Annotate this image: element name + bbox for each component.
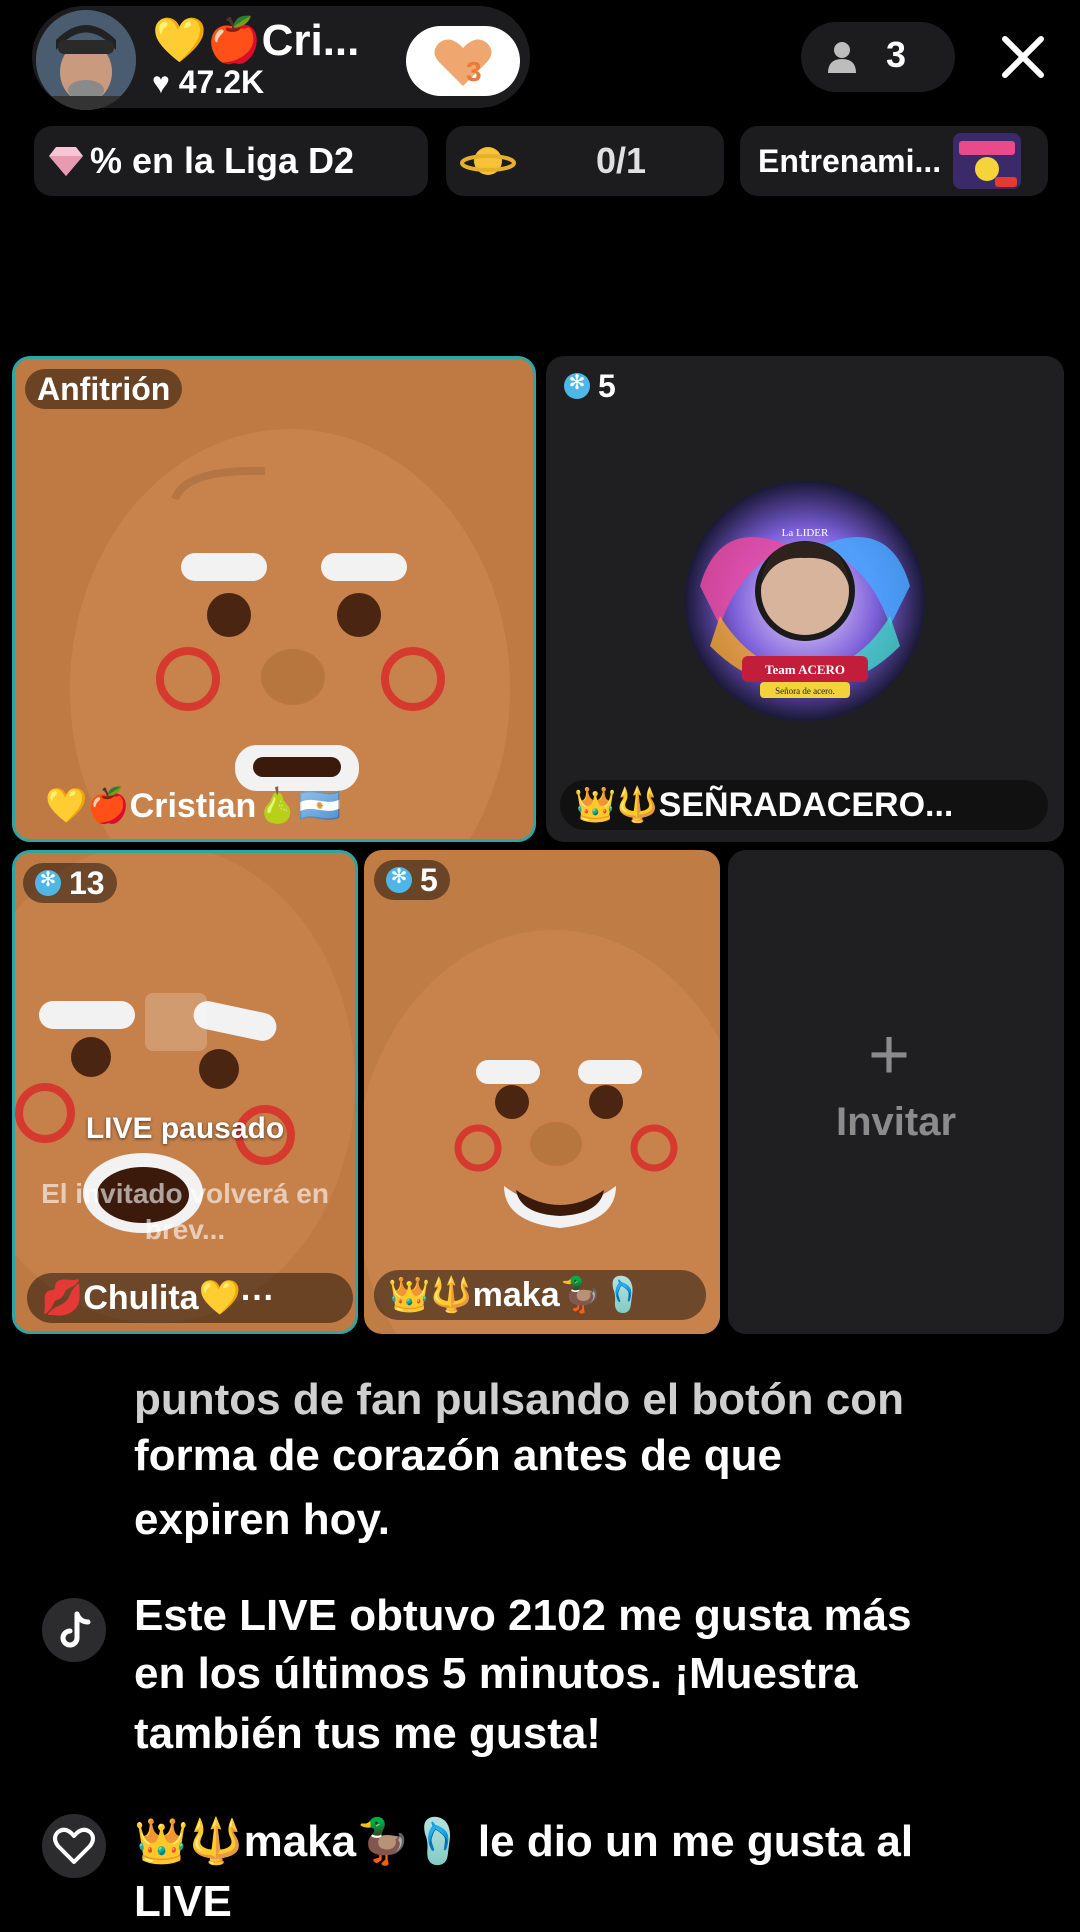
goal-chip[interactable]: 0/1 xyxy=(446,126,724,196)
paused-subtitle: El invitado volverá en brev... xyxy=(41,1178,329,1245)
fan-heart-button[interactable]: 3 xyxy=(406,26,520,96)
guest-tile-maka[interactable]: 5 👑🔱maka🦆🩴 xyxy=(364,850,720,1334)
gingerbread-avatar xyxy=(15,853,355,1323)
chat-message-line: puntos de fan pulsando el botón con xyxy=(134,1375,904,1424)
guest-tile-chulita[interactable]: 13 💋Chulita💛··· xyxy=(12,850,358,1334)
tiktok-icon xyxy=(42,1598,106,1662)
guest-tile-name[interactable]: 👑🔱SEÑRADACERO... xyxy=(560,780,1048,830)
planet-icon xyxy=(460,147,516,175)
diamond-icon xyxy=(49,147,83,176)
plus-icon: + xyxy=(868,1015,911,1095)
guest-score-badge: 5 xyxy=(374,860,450,900)
training-chip-label: Entrenami... xyxy=(758,142,942,179)
goal-chip-value: 0/1 xyxy=(596,140,647,181)
guest-score: 5 xyxy=(598,367,616,404)
close-button[interactable] xyxy=(990,24,1056,90)
chat-message-line: expiren hoy. xyxy=(134,1495,390,1544)
host-name-text: Cri... xyxy=(261,16,360,65)
guest-tile-name[interactable]: 👑🔱maka🦆🩴 xyxy=(374,1270,706,1320)
community-fest-icon xyxy=(953,133,1022,189)
league-chip[interactable]: % en la Liga D2 xyxy=(34,126,428,196)
orange-heart-icon xyxy=(434,39,492,86)
guest-tile-senradacero[interactable]: 5 La LIDER Team ACERO Señora de acero. 👑… xyxy=(546,356,1064,842)
guest-tile-name-text: 👑🔱maka🦆🩴 xyxy=(388,1276,645,1314)
host-tile[interactable]: Anfitrión 💛🍎Cristian🍐🇦🇷 xyxy=(12,356,536,842)
host-name-emojis: 💛🍎 xyxy=(152,16,262,65)
host-tile-name-text: 💛🍎Cristian🍐🇦🇷 xyxy=(45,787,341,825)
person-icon xyxy=(828,42,856,73)
heart-icon: ♥ xyxy=(152,67,170,100)
fan-heart-count: 3 xyxy=(466,56,482,87)
heart-outline-icon xyxy=(42,1814,106,1878)
chat-message-line: forma de corazón antes de que xyxy=(134,1431,782,1480)
gingerbread-avatar xyxy=(364,930,720,1334)
league-chip-label: % en la Liga D2 xyxy=(90,140,355,181)
tiktok-note-icon xyxy=(60,1611,91,1648)
host-avatar-image xyxy=(36,10,136,110)
viewer-count: 3 xyxy=(886,34,907,75)
guest-score: 5 xyxy=(420,861,438,898)
guest-score-badge: 13 xyxy=(23,863,117,903)
gingerbread-avatar xyxy=(70,429,510,839)
close-icon xyxy=(1002,36,1044,78)
guest-tile-name-text: 👑🔱SEÑRADACERO... xyxy=(574,786,954,824)
guest-tile-name-text: 💋Chulita💛··· xyxy=(41,1279,275,1317)
host-tile-name[interactable]: 💛🍎Cristian🍐🇦🇷 xyxy=(31,781,355,831)
host-likes: ♥ 47.2K xyxy=(152,64,264,101)
host-name[interactable]: 💛🍎Cri... xyxy=(152,14,359,66)
guest-score: 13 xyxy=(69,864,105,901)
guest-tile-name[interactable]: 💋Chulita💛··· xyxy=(27,1273,353,1323)
chat-message-line: 👑🔱maka🦆🩴 le dio un me gusta al xyxy=(134,1817,914,1866)
invite-label: Invitar xyxy=(835,1100,957,1144)
avatar-text-team: Team ACERO xyxy=(765,662,845,677)
chat-message-line: en los últimos 5 minutos. ¡Muestra xyxy=(134,1649,858,1698)
chat-message-line: también tus me gusta! xyxy=(134,1709,601,1758)
guest-profile-picture: La LIDER Team ACERO Señora de acero. xyxy=(685,481,925,721)
chat-message-line: Este LIVE obtuvo 2102 me gusta más xyxy=(134,1591,912,1640)
avatar-text-top: La LIDER xyxy=(782,527,829,539)
heart-outline-glyph xyxy=(53,1827,95,1864)
host-avatar[interactable] xyxy=(36,10,136,110)
snowflake-icon xyxy=(386,864,412,893)
guest-score-badge: 5 xyxy=(552,366,628,406)
viewer-count-pill[interactable] xyxy=(801,22,955,92)
chat-message-line: LIVE xyxy=(134,1877,232,1926)
training-chip[interactable]: Entrenami... xyxy=(740,126,1048,196)
avatar-text-bottom: Señora de acero. xyxy=(775,686,835,696)
host-likes-count: 47.2K xyxy=(178,64,265,100)
host-badge-label: Anfitrión xyxy=(37,370,171,407)
host-badge: Anfitrión xyxy=(25,369,183,409)
snowflake-icon xyxy=(35,867,61,896)
snowflake-icon xyxy=(564,370,590,399)
paused-title: LIVE pausado xyxy=(85,1112,285,1145)
